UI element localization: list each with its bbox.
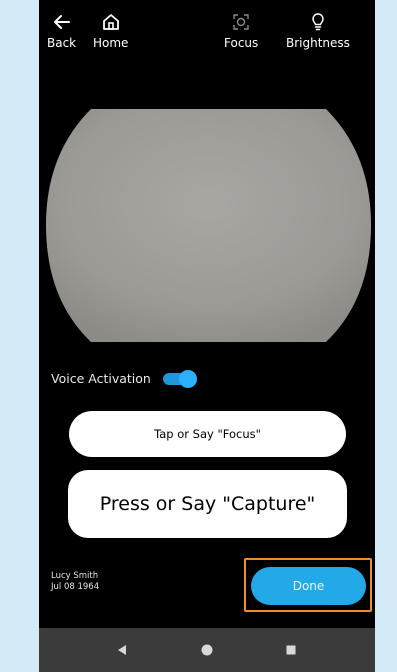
home-button[interactable]: Home — [93, 10, 128, 50]
lightbulb-icon — [312, 13, 324, 31]
patient-info: Lucy Smith Jul 08 1964 — [51, 571, 99, 593]
square-recent-icon — [286, 645, 296, 655]
focus-label: Focus — [224, 36, 259, 50]
circle-home-icon — [201, 644, 213, 656]
nav-recent-button[interactable] — [281, 640, 301, 660]
arrow-left-icon — [53, 15, 70, 29]
back-label: Back — [47, 36, 77, 50]
home-icon — [102, 14, 119, 30]
voice-activation-row: Voice Activation — [51, 369, 197, 389]
brightness-label: Brightness — [286, 36, 350, 50]
patient-name: Lucy Smith — [51, 571, 99, 581]
camera-preview — [46, 109, 371, 342]
done-highlight-box — [244, 558, 372, 612]
focus-icon — [233, 14, 249, 30]
top-toolbar: Back Home Focus Brightness — [39, 0, 375, 66]
patient-dob: Jul 08 1964 — [51, 582, 100, 592]
nav-home-button[interactable] — [197, 640, 217, 660]
android-nav-bar — [39, 628, 375, 672]
focus-action-button[interactable]: Tap or Say "Focus" — [69, 411, 346, 457]
triangle-back-icon — [118, 645, 126, 655]
home-label: Home — [93, 36, 129, 50]
brightness-button[interactable]: Brightness — [286, 10, 350, 50]
toggle-knob — [178, 370, 197, 388]
focus-button[interactable]: Focus — [224, 10, 258, 50]
voice-activation-label: Voice Activation — [51, 371, 151, 386]
background-frame: Back Home Focus Brightness Voice Activat… — [0, 0, 397, 672]
voice-activation-toggle[interactable] — [162, 370, 197, 388]
back-button[interactable]: Back — [47, 10, 76, 50]
capture-button[interactable]: Press or Say "Capture" — [68, 470, 347, 538]
nav-back-button[interactable] — [112, 640, 132, 660]
